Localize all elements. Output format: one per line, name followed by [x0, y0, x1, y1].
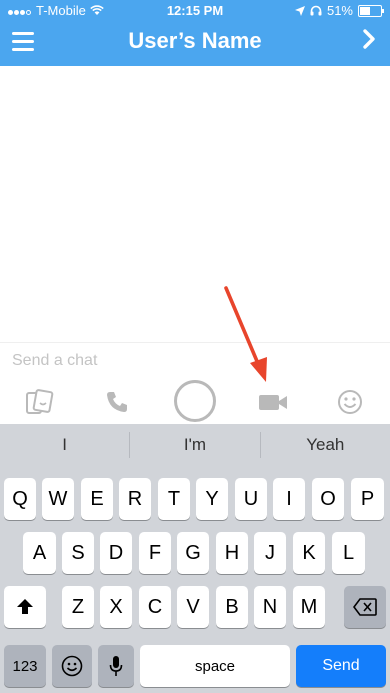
emoji-button[interactable]	[330, 382, 370, 422]
key-e[interactable]: E	[81, 478, 113, 520]
suggestion-bar: I I'm Yeah	[0, 424, 390, 466]
key-z[interactable]: Z	[62, 586, 94, 628]
location-arrow-icon	[294, 5, 305, 16]
keyboard: I I'm Yeah Q W E R T Y U I O P A S D F G…	[0, 424, 390, 693]
key-v[interactable]: V	[177, 586, 209, 628]
key-n[interactable]: N	[254, 586, 286, 628]
chat-input-row	[0, 342, 390, 377]
key-o[interactable]: O	[312, 478, 344, 520]
sticker-button[interactable]	[20, 382, 60, 422]
capture-button[interactable]	[174, 380, 216, 422]
key-q[interactable]: Q	[4, 478, 36, 520]
key-g[interactable]: G	[177, 532, 209, 574]
chevron-right-icon[interactable]	[362, 28, 376, 57]
send-chat-input[interactable]	[10, 349, 374, 373]
phone-icon	[107, 392, 127, 412]
header-bar: T-Mobile 12:15 PM 51% User’s Name	[0, 0, 390, 66]
delete-key[interactable]	[344, 586, 386, 628]
suggestion-item[interactable]: I	[0, 424, 129, 466]
chat-messages-area	[0, 66, 390, 342]
emoji-icon	[61, 655, 83, 677]
status-right: 51%	[294, 3, 384, 18]
key-c[interactable]: C	[139, 586, 171, 628]
key-l[interactable]: L	[332, 532, 365, 574]
key-b[interactable]: B	[216, 586, 248, 628]
key-a[interactable]: A	[23, 532, 56, 574]
microphone-icon	[109, 656, 123, 676]
page-title: User’s Name	[128, 28, 262, 53]
space-key[interactable]: space	[140, 645, 290, 687]
suggestion-item[interactable]: I'm	[130, 424, 259, 466]
chat-action-bar	[0, 378, 390, 424]
shift-key[interactable]	[4, 586, 46, 628]
backspace-icon	[353, 598, 377, 616]
key-m[interactable]: M	[293, 586, 325, 628]
key-u[interactable]: U	[235, 478, 267, 520]
headphones-icon	[310, 5, 322, 16]
sticker-icon	[26, 389, 54, 414]
key-f[interactable]: F	[139, 532, 171, 574]
dictation-key[interactable]	[98, 645, 134, 687]
video-call-icon	[259, 395, 287, 410]
numbers-key[interactable]: 123	[4, 645, 46, 687]
status-bar: T-Mobile 12:15 PM 51%	[0, 0, 390, 20]
battery-percent: 51%	[326, 3, 353, 18]
key-j[interactable]: J	[254, 532, 286, 574]
key-s[interactable]: S	[62, 532, 94, 574]
suggestion-item[interactable]: Yeah	[261, 424, 390, 466]
key-r[interactable]: R	[119, 478, 151, 520]
battery-icon	[358, 4, 384, 17]
emoji-icon	[338, 390, 362, 414]
key-p[interactable]: P	[351, 478, 384, 520]
key-w[interactable]: W	[42, 478, 74, 520]
key-k[interactable]: K	[293, 532, 325, 574]
key-d[interactable]: D	[100, 532, 132, 574]
key-t[interactable]: T	[158, 478, 190, 520]
key-x[interactable]: X	[100, 586, 132, 628]
key-i[interactable]: I	[273, 478, 305, 520]
video-call-button[interactable]	[253, 382, 293, 422]
shift-arrow-icon	[17, 599, 33, 614]
send-key[interactable]: Send	[296, 645, 386, 687]
emoji-keyboard-key[interactable]	[52, 645, 92, 687]
key-h[interactable]: H	[216, 532, 248, 574]
key-y[interactable]: Y	[196, 478, 228, 520]
voice-call-button[interactable]	[97, 382, 137, 422]
